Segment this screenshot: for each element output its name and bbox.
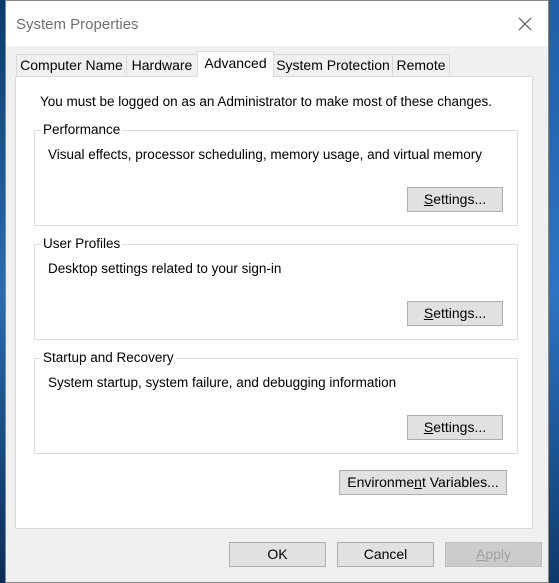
startup-recovery-settings-mnemonic: S [423, 419, 434, 435]
tab-computer-name[interactable]: Computer Name [16, 54, 127, 76]
env-label-mnemonic: n [414, 474, 422, 490]
tab-hardware[interactable]: Hardware [126, 54, 198, 76]
user-profiles-settings-mnemonic: S [423, 305, 434, 321]
close-icon [518, 17, 532, 31]
system-properties-dialog: System Properties Computer Name Hardware… [5, 0, 549, 583]
startup-recovery-settings-button[interactable]: Settings... [407, 415, 503, 440]
tab-remote[interactable]: Remote [392, 54, 450, 76]
startup-recovery-settings-label: ettings... [433, 419, 487, 435]
admin-note: You must be logged on as an Administrato… [40, 94, 493, 109]
advanced-tab-panel: You must be logged on as an Administrato… [15, 76, 533, 529]
title-bar: System Properties [6, 1, 548, 46]
user-profiles-group-title: User Profiles [41, 236, 123, 251]
performance-settings-button[interactable]: Settings... [407, 187, 503, 212]
performance-settings-label: ettings... [433, 191, 487, 207]
window-title: System Properties [16, 16, 139, 33]
startup-recovery-description: System startup, system failure, and debu… [48, 375, 397, 390]
user-profiles-description: Desktop settings related to your sign-in [48, 261, 282, 276]
tab-advanced[interactable]: Advanced [197, 51, 274, 77]
performance-group: Performance Visual effects, processor sc… [34, 122, 518, 226]
user-profiles-settings-button[interactable]: Settings... [407, 301, 503, 326]
ok-button[interactable]: OK [229, 542, 326, 567]
startup-recovery-group: Startup and Recovery System startup, sys… [34, 350, 518, 454]
apply-mnemonic: A [475, 546, 486, 562]
env-label-after: t Variables... [421, 474, 499, 490]
startup-recovery-group-title: Startup and Recovery [41, 350, 176, 365]
performance-description: Visual effects, processor scheduling, me… [48, 147, 482, 162]
tab-system-protection[interactable]: System Protection [273, 54, 393, 76]
environment-variables-button[interactable]: Environment Variables... [339, 470, 507, 495]
performance-settings-mnemonic: S [423, 191, 434, 207]
user-profiles-group: User Profiles Desktop settings related t… [34, 236, 518, 340]
apply-button[interactable]: Apply [445, 542, 542, 567]
performance-group-title: Performance [41, 122, 123, 137]
user-profiles-settings-label: ettings... [433, 305, 487, 321]
close-button[interactable] [512, 11, 538, 37]
desktop-background-right [549, 0, 559, 583]
apply-label: pply [485, 546, 512, 562]
cancel-button[interactable]: Cancel [337, 542, 434, 567]
env-label-before: Environme [347, 474, 415, 490]
